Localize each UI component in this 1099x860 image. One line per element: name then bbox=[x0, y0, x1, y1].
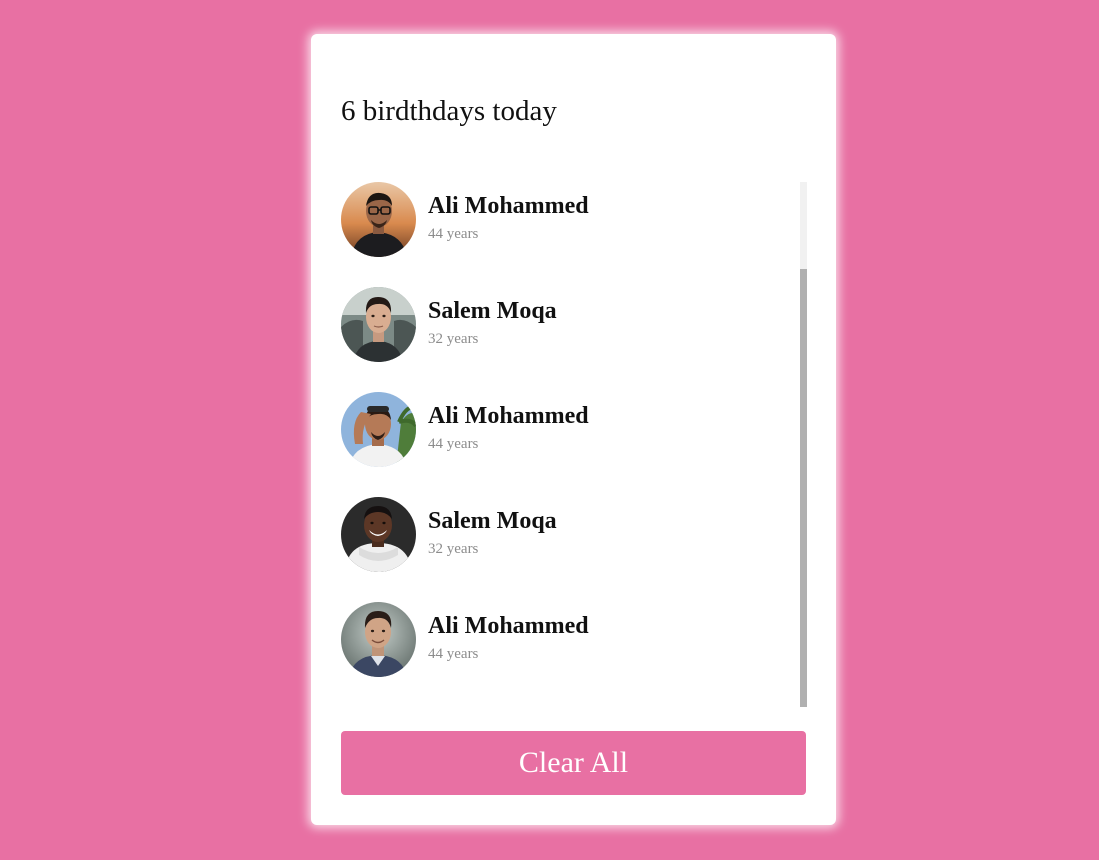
person-name: Salem Moqa bbox=[428, 298, 557, 324]
person-age: 32 years bbox=[428, 541, 479, 557]
birthday-list: Ali Mohammed 44 years Salem Moqa 32 year… bbox=[341, 182, 797, 707]
person-photo-icon bbox=[341, 392, 416, 467]
person-name: Salem Moqa bbox=[428, 508, 557, 534]
scrollbar-thumb[interactable] bbox=[800, 269, 807, 707]
avatar bbox=[341, 497, 416, 572]
person-age: 44 years bbox=[428, 646, 479, 662]
avatar bbox=[341, 287, 416, 362]
list-item: Ali Mohammed 44 years bbox=[341, 392, 797, 497]
person-photo-icon bbox=[341, 182, 416, 257]
person-photo-icon bbox=[341, 497, 416, 572]
person-age: 44 years bbox=[428, 436, 479, 452]
person-name: Ali Mohammed bbox=[428, 613, 589, 639]
clear-all-button[interactable]: Clear All bbox=[341, 731, 806, 795]
person-photo-icon bbox=[341, 602, 416, 677]
list-item: Ali Mohammed 44 years bbox=[341, 602, 797, 707]
person-name: Ali Mohammed bbox=[428, 403, 589, 429]
birthday-card: 6 birdthdays today Ali Mohammed 44 years… bbox=[311, 34, 836, 825]
card-title: 6 birdthdays today bbox=[341, 95, 557, 127]
list-scrollbar[interactable] bbox=[800, 182, 807, 707]
list-item: Salem Moqa 32 years bbox=[341, 287, 797, 392]
person-age: 44 years bbox=[428, 226, 479, 242]
list-item: Salem Moqa 32 years bbox=[341, 497, 797, 602]
avatar bbox=[341, 602, 416, 677]
birthday-list-container[interactable]: Ali Mohammed 44 years Salem Moqa 32 year… bbox=[341, 182, 807, 707]
person-name: Ali Mohammed bbox=[428, 193, 589, 219]
list-item: Ali Mohammed 44 years bbox=[341, 182, 797, 287]
avatar bbox=[341, 392, 416, 467]
person-photo-icon bbox=[341, 287, 416, 362]
avatar bbox=[341, 182, 416, 257]
person-age: 32 years bbox=[428, 331, 479, 347]
